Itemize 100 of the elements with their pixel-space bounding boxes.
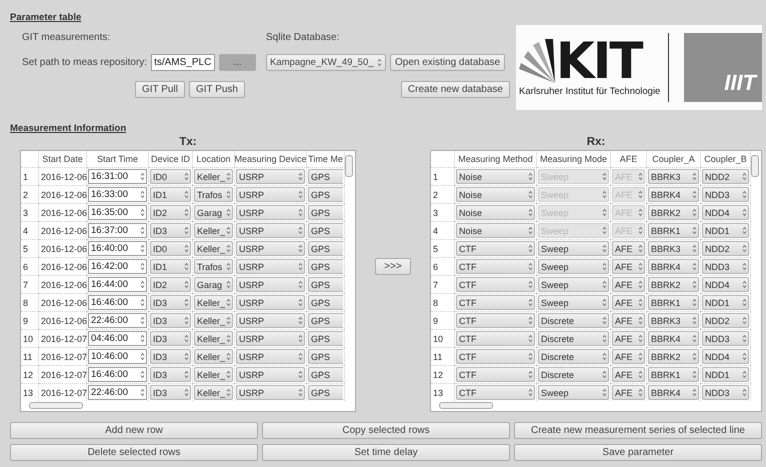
dropdown[interactable]: USRP: [236, 223, 305, 238]
dropdown[interactable]: ID2: [150, 205, 191, 220]
action-button[interactable]: Delete selected rows: [10, 444, 258, 461]
dropdown[interactable]: Keller_: [194, 295, 233, 310]
time-field[interactable]: 16:42:00: [88, 259, 147, 274]
git-push-button[interactable]: GIT Push: [188, 80, 245, 98]
dropdown[interactable]: ID3: [150, 385, 191, 400]
dropdown[interactable]: CTF: [456, 385, 535, 400]
dropdown[interactable]: CTF: [456, 241, 535, 256]
dropdown[interactable]: CTF: [456, 259, 535, 274]
dropdown[interactable]: ID0: [150, 169, 191, 184]
time-field[interactable]: 16:46:00: [88, 295, 147, 310]
dropdown[interactable]: AFE: [612, 349, 645, 364]
dropdown[interactable]: AFE: [612, 277, 645, 292]
dropdown[interactable]: USRP: [236, 277, 305, 292]
dropdown[interactable]: USRP: [236, 385, 305, 400]
dropdown[interactable]: GPS: [308, 313, 343, 328]
dropdown[interactable]: Trafos: [194, 187, 233, 202]
dropdown[interactable]: NDD2: [702, 313, 749, 328]
column-header[interactable]: AFE: [611, 151, 647, 167]
time-field[interactable]: 04:46:00: [88, 331, 147, 346]
transfer-button[interactable]: >>>: [375, 258, 411, 275]
time-field[interactable]: 16:40:00: [88, 241, 147, 256]
time-field[interactable]: 16:37:00: [88, 223, 147, 238]
dropdown[interactable]: ID1: [150, 259, 191, 274]
time-field[interactable]: 16:31:00: [88, 169, 147, 184]
dropdown[interactable]: NDD2: [702, 241, 749, 256]
dropdown[interactable]: USRP: [236, 313, 305, 328]
column-header[interactable]: Start Date: [39, 151, 87, 167]
dropdown[interactable]: Sweep: [538, 295, 609, 310]
dropdown[interactable]: GPS: [308, 205, 343, 220]
dropdown[interactable]: CTF: [456, 367, 535, 382]
dropdown[interactable]: NDD1: [702, 295, 749, 310]
dropdown[interactable]: NDD4: [702, 349, 749, 364]
database-dropdown[interactable]: Kampagne_KW_49_50_: [266, 54, 386, 70]
browse-button[interactable]: ...: [219, 54, 256, 70]
dropdown[interactable]: BBRK2: [648, 349, 699, 364]
dropdown[interactable]: AFE: [612, 331, 645, 346]
dropdown[interactable]: Garag: [194, 205, 233, 220]
dropdown[interactable]: CTF: [456, 313, 535, 328]
dropdown[interactable]: CTF: [456, 349, 535, 364]
dropdown[interactable]: ID3: [150, 313, 191, 328]
dropdown[interactable]: CTF: [456, 295, 535, 310]
column-header[interactable]: Coupler_A: [647, 151, 701, 167]
dropdown[interactable]: AFE: [612, 259, 645, 274]
dropdown[interactable]: Sweep: [538, 385, 609, 400]
action-button[interactable]: Add new row: [10, 422, 258, 439]
scrollbar[interactable]: [751, 155, 759, 177]
scrollbar[interactable]: [439, 402, 493, 409]
dropdown[interactable]: USRP: [236, 259, 305, 274]
dropdown[interactable]: USRP: [236, 367, 305, 382]
dropdown[interactable]: Keller_: [194, 367, 233, 382]
column-header[interactable]: Measuring Device: [235, 151, 307, 167]
dropdown[interactable]: ID3: [150, 223, 191, 238]
dropdown[interactable]: Trafos: [194, 259, 233, 274]
dropdown[interactable]: GPS: [308, 169, 343, 184]
dropdown[interactable]: Keller_: [194, 349, 233, 364]
dropdown[interactable]: ID3: [150, 295, 191, 310]
dropdown[interactable]: ID3: [150, 367, 191, 382]
dropdown[interactable]: GPS: [308, 367, 343, 382]
dropdown[interactable]: Keller_: [194, 169, 233, 184]
scrollbar[interactable]: [29, 402, 83, 409]
dropdown[interactable]: GPS: [308, 349, 343, 364]
scrollbar[interactable]: [345, 155, 353, 177]
dropdown[interactable]: GPS: [308, 385, 343, 400]
dropdown[interactable]: GPS: [308, 223, 343, 238]
dropdown[interactable]: GPS: [308, 241, 343, 256]
dropdown[interactable]: Discrete: [538, 331, 609, 346]
action-button[interactable]: Save parameter: [514, 444, 762, 461]
dropdown[interactable]: ID1: [150, 187, 191, 202]
dropdown[interactable]: ID0: [150, 241, 191, 256]
dropdown[interactable]: GPS: [308, 277, 343, 292]
time-field[interactable]: 16:33:00: [88, 187, 147, 202]
dropdown[interactable]: Discrete: [538, 367, 609, 382]
dropdown[interactable]: ID3: [150, 331, 191, 346]
action-button[interactable]: Copy selected rows: [262, 422, 510, 439]
column-header[interactable]: Measuring Method: [455, 151, 537, 167]
dropdown[interactable]: NDD3: [702, 259, 749, 274]
dropdown[interactable]: BBRK4: [648, 385, 699, 400]
dropdown[interactable]: AFE: [612, 367, 645, 382]
dropdown[interactable]: NDD3: [702, 331, 749, 346]
dropdown[interactable]: Discrete: [538, 349, 609, 364]
dropdown[interactable]: ID2: [150, 277, 191, 292]
dropdown[interactable]: NDD3: [702, 385, 749, 400]
dropdown[interactable]: Keller_: [194, 223, 233, 238]
dropdown[interactable]: NDD1: [702, 367, 749, 382]
dropdown[interactable]: Sweep: [538, 241, 609, 256]
dropdown[interactable]: USRP: [236, 187, 305, 202]
dropdown[interactable]: BBRK3: [648, 241, 699, 256]
time-field[interactable]: 16:35:00: [88, 205, 147, 220]
dropdown[interactable]: Keller_: [194, 331, 233, 346]
create-database-button[interactable]: Create new database: [400, 80, 510, 98]
action-button[interactable]: Set time delay: [262, 444, 510, 461]
time-field[interactable]: 22:46:00: [88, 385, 147, 400]
dropdown[interactable]: Sweep: [538, 259, 609, 274]
time-field[interactable]: 22:46:00: [88, 313, 147, 328]
dropdown[interactable]: ID3: [150, 349, 191, 364]
dropdown[interactable]: BBRK1: [648, 367, 699, 382]
dropdown[interactable]: BBRK1: [648, 295, 699, 310]
action-button[interactable]: Create new measurement series of selected line: [514, 422, 762, 439]
